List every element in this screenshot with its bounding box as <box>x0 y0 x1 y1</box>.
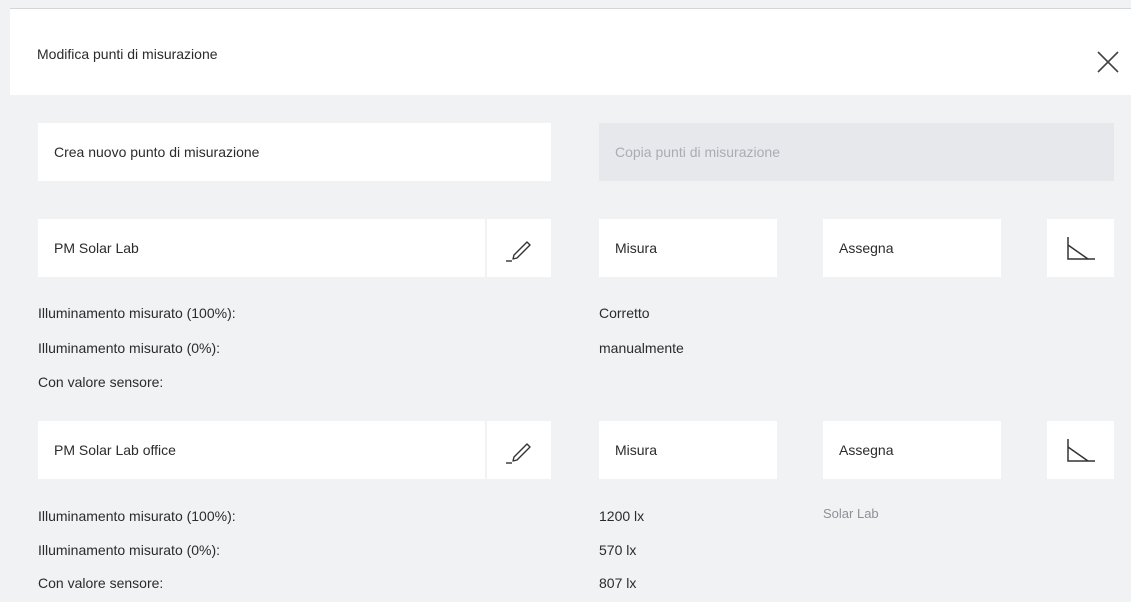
measurement-point-name-text: PM Solar Lab <box>54 240 139 256</box>
sensor-value-label: Con valore sensore: <box>38 374 164 390</box>
sensor-value-label: Con valore sensore: <box>38 575 164 591</box>
edit-button[interactable] <box>487 219 551 277</box>
measured-illuminance-100-label: Illuminamento misurato (100%): <box>38 305 236 321</box>
copy-measurement-points-label: Copia punti di misurazione <box>615 144 780 160</box>
sensor-curve-icon <box>1066 237 1095 260</box>
measurement-point-name: PM Solar Lab <box>38 219 485 277</box>
dialog-title: Modifica punti di misurazione <box>37 46 218 62</box>
measured-illuminance-0-value: 570 lx <box>599 542 637 558</box>
measured-illuminance-100-value: Corretto <box>599 305 650 321</box>
assign-button[interactable]: Assegna <box>823 421 1001 479</box>
sensor-curve-icon <box>1066 439 1095 462</box>
edit-button[interactable] <box>487 421 551 479</box>
measured-illuminance-0-value: manualmente <box>599 340 684 356</box>
close-icon[interactable] <box>1095 49 1121 75</box>
measure-button-label: Misura <box>615 240 658 256</box>
measure-button[interactable]: Misura <box>599 421 777 479</box>
sensor-value: 807 lx <box>599 575 637 591</box>
measurement-point-name-text: PM Solar Lab office <box>54 442 176 458</box>
measure-button[interactable]: Misura <box>599 219 777 277</box>
measured-illuminance-100-value: 1200 lx <box>599 508 645 524</box>
measured-illuminance-0-label: Illuminamento misurato (0%): <box>38 542 221 558</box>
pencil-icon <box>506 443 531 464</box>
measure-button-label: Misura <box>615 442 658 458</box>
sensor-curve-button[interactable] <box>1047 421 1114 479</box>
pencil-icon <box>506 241 531 262</box>
measured-illuminance-0-label: Illuminamento misurato (0%): <box>38 340 221 356</box>
measured-illuminance-100-label: Illuminamento misurato (100%): <box>38 508 236 524</box>
assign-button[interactable]: Assegna <box>823 219 1001 277</box>
create-measurement-point-label: Crea nuovo punto di misurazione <box>54 144 260 160</box>
assign-button-label: Assegna <box>839 240 894 256</box>
sensor-curve-button[interactable] <box>1047 219 1114 277</box>
copy-measurement-points-button: Copia punti di misurazione <box>599 123 1114 181</box>
assign-button-label: Assegna <box>839 442 894 458</box>
measurement-point-name: PM Solar Lab office <box>38 421 485 479</box>
assigned-room: Solar Lab <box>823 506 879 521</box>
create-measurement-point-button[interactable]: Crea nuovo punto di misurazione <box>38 123 551 181</box>
dialog-header: Modifica punti di misurazione <box>10 8 1131 95</box>
